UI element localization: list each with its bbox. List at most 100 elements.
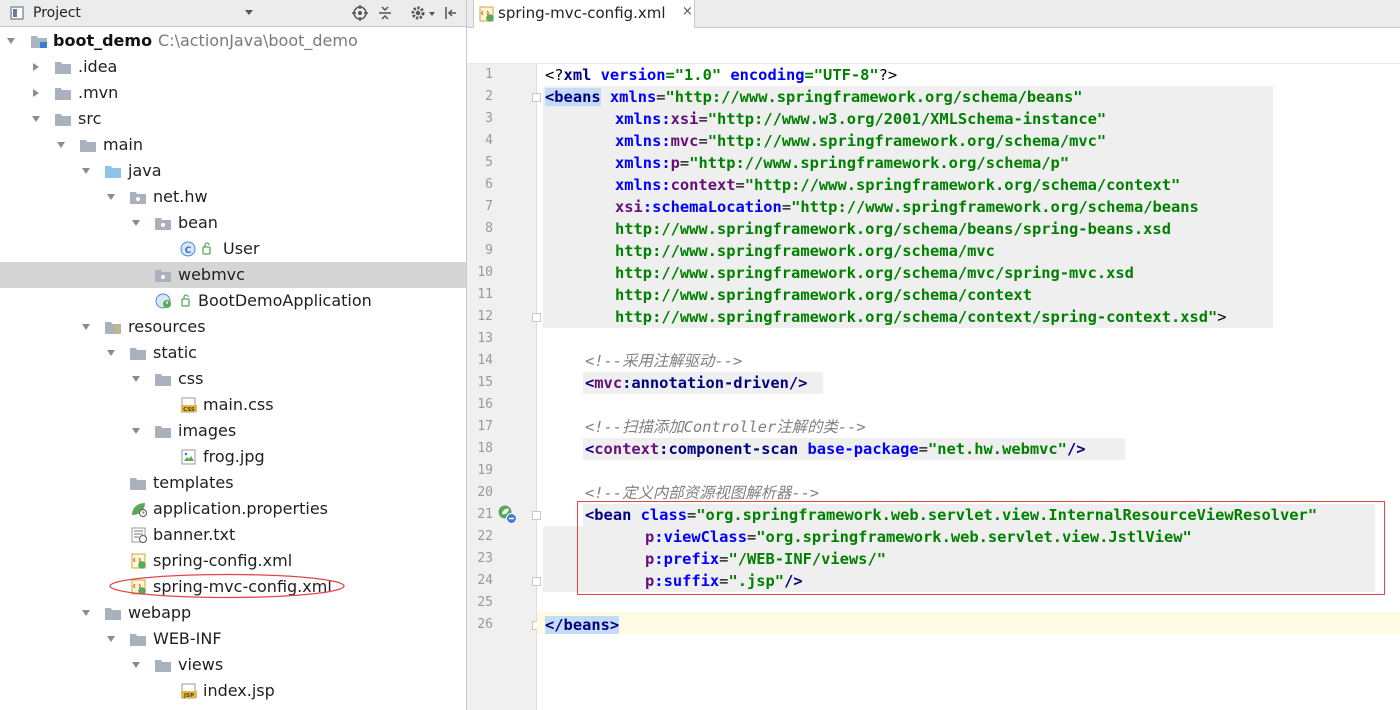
chevron-down-icon[interactable] bbox=[106, 348, 116, 358]
line-number: 6 bbox=[485, 177, 493, 192]
attr-value: http://www.springframework.org/schema/co… bbox=[615, 308, 1218, 326]
tree-item-main-css[interactable]: CSS main.css bbox=[0, 392, 466, 418]
tree-item-label: static bbox=[153, 343, 197, 362]
svg-text:CSS: CSS bbox=[183, 407, 195, 413]
attr-ns: xsi bbox=[670, 110, 699, 128]
svg-text:JSP: JSP bbox=[183, 693, 194, 699]
tree-item-web-inf[interactable]: WEB-INF bbox=[0, 626, 466, 652]
spring-bean-gutter-icon[interactable] bbox=[497, 504, 519, 526]
code-line-5: xmlns:p="http://www.springframework.org/… bbox=[615, 152, 1069, 174]
tree-item-static[interactable]: static bbox=[0, 340, 466, 366]
line-number: 23 bbox=[477, 551, 493, 566]
tree-item-bootdemoapplication[interactable]: BootDemoApplication bbox=[0, 288, 466, 314]
tree-item-idea[interactable]: .idea bbox=[0, 54, 466, 80]
tree-item-frog-jpg[interactable]: frog.jpg bbox=[0, 444, 466, 470]
line-number: 14 bbox=[477, 353, 493, 368]
tree-item-boot-demo[interactable]: boot_demo C:\actionJava\boot_demo bbox=[0, 28, 466, 54]
code-line-1: <?xml version="1.0" encoding="UTF-8"?> bbox=[545, 64, 897, 86]
gear-dropdown-icon[interactable] bbox=[428, 5, 436, 21]
tree-item-spring-config-xml[interactable]: spring-config.xml bbox=[0, 548, 466, 574]
gear-icon[interactable] bbox=[410, 5, 426, 21]
chevron-down-icon[interactable] bbox=[131, 374, 141, 384]
tree-item-label: images bbox=[178, 421, 237, 440]
locate-icon[interactable] bbox=[352, 5, 368, 21]
code-line-3: xmlns:xsi="http://www.w3.org/2001/XMLSch… bbox=[615, 108, 1106, 130]
chevron-right-icon[interactable] bbox=[31, 62, 41, 72]
tree-item-label: User bbox=[223, 239, 260, 258]
tree-item-label: java bbox=[128, 161, 162, 180]
tree-item-bean[interactable]: bean bbox=[0, 210, 466, 236]
chevron-down-icon[interactable] bbox=[81, 608, 91, 618]
tree-item-mvn[interactable]: .mvn bbox=[0, 80, 466, 106]
tree-item-webapp[interactable]: webapp bbox=[0, 600, 466, 626]
tree-item-images[interactable]: images bbox=[0, 418, 466, 444]
source-folder-icon bbox=[105, 166, 121, 178]
view-dropdown-icon[interactable] bbox=[244, 7, 254, 17]
tree-item-label: main.css bbox=[203, 395, 274, 414]
tree-item-label: webapp bbox=[128, 603, 192, 622]
tree-item-views[interactable]: views bbox=[0, 652, 466, 678]
line-number: 7 bbox=[485, 199, 493, 214]
chevron-down-icon[interactable] bbox=[131, 218, 141, 228]
xml-attr-value: ="UTF-8" bbox=[804, 66, 879, 84]
attr-name: xmlns bbox=[615, 132, 662, 150]
equals: = bbox=[679, 154, 690, 172]
tree-item-templates[interactable]: templates bbox=[0, 470, 466, 496]
folder-icon bbox=[155, 660, 171, 672]
tree-item-label: application.properties bbox=[153, 499, 328, 518]
attr-ns: context bbox=[670, 176, 736, 194]
chevron-down-icon[interactable] bbox=[56, 140, 66, 150]
tree-item-css[interactable]: css bbox=[0, 366, 466, 392]
class-icon: C bbox=[180, 241, 211, 257]
close-icon[interactable]: × bbox=[682, 4, 693, 19]
chevron-down-icon[interactable] bbox=[106, 192, 116, 202]
attr-name: xmlns bbox=[609, 88, 657, 106]
chevron-right-icon[interactable] bbox=[31, 88, 41, 98]
tree-item-label: banner.txt bbox=[153, 525, 236, 544]
package-icon bbox=[155, 270, 171, 282]
chevron-down-icon[interactable] bbox=[106, 634, 116, 644]
line-number: 25 bbox=[477, 595, 493, 610]
code-area[interactable]: <?xml version="1.0" encoding="UTF-8"?> <… bbox=[537, 64, 1400, 710]
tag-bracket: < bbox=[585, 440, 595, 458]
equals: = bbox=[781, 198, 792, 216]
tree-item-resources[interactable]: resources bbox=[0, 314, 466, 340]
chevron-down-icon[interactable] bbox=[31, 114, 41, 124]
folder-icon bbox=[130, 634, 146, 646]
tree-item-src[interactable]: src bbox=[0, 106, 466, 132]
attr-value: "http://www.springframework.org/schema/c… bbox=[744, 176, 1181, 194]
attr-value: "http://www.w3.org/2001/XMLSchema-instan… bbox=[707, 110, 1107, 128]
tree-item-java[interactable]: java bbox=[0, 158, 466, 184]
code-line-4: xmlns:mvc="http://www.springframework.or… bbox=[615, 130, 1106, 152]
tab-spring-mvc-config-xml[interactable]: spring-mvc-config.xml × bbox=[473, 0, 695, 28]
tree-item-label: resources bbox=[128, 317, 206, 336]
code-line-14: <!--采用注解驱动--> bbox=[585, 352, 743, 370]
hide-panel-icon[interactable] bbox=[443, 5, 459, 21]
tree-item-net-hw[interactable]: net.hw bbox=[0, 184, 466, 210]
tree-item-main[interactable]: main bbox=[0, 132, 466, 158]
chevron-down-icon[interactable] bbox=[6, 36, 16, 46]
line-number: 4 bbox=[485, 133, 493, 148]
chevron-down-icon[interactable] bbox=[81, 166, 91, 176]
tree-item-index-jsp[interactable]: JSP index.jsp bbox=[0, 678, 466, 704]
chevron-down-icon[interactable] bbox=[131, 426, 141, 436]
attr-ns: mvc bbox=[670, 132, 699, 150]
code-line-17: <!--扫描添加Controller注解的类--> bbox=[585, 418, 866, 436]
collapse-all-icon[interactable] bbox=[377, 5, 393, 21]
tree-item-banner-txt[interactable]: banner.txt bbox=[0, 522, 466, 548]
xml-attr: version bbox=[600, 66, 666, 84]
chevron-down-icon[interactable] bbox=[81, 322, 91, 332]
project-panel-title[interactable]: Project bbox=[33, 5, 81, 21]
folder-icon bbox=[80, 140, 96, 152]
code-line-11: http://www.springframework.org/schema/co… bbox=[615, 286, 1032, 304]
chevron-down-icon[interactable] bbox=[131, 660, 141, 670]
spring-properties-icon bbox=[132, 503, 147, 517]
tree-item-webmvc[interactable]: webmvc bbox=[0, 262, 466, 288]
editor-gutter: 1 2 3 4 5 6 7 8 9 10 11 12 13 14 15 16 1… bbox=[467, 64, 541, 710]
tree-item-application-properties[interactable]: application.properties bbox=[0, 496, 466, 522]
tag-bracket: /> bbox=[1066, 440, 1086, 458]
line-number: 1 bbox=[485, 67, 493, 82]
code-line-26: </beans> bbox=[545, 614, 620, 636]
tree-item-user[interactable]: C User bbox=[0, 236, 466, 262]
line-number: 15 bbox=[477, 375, 493, 390]
